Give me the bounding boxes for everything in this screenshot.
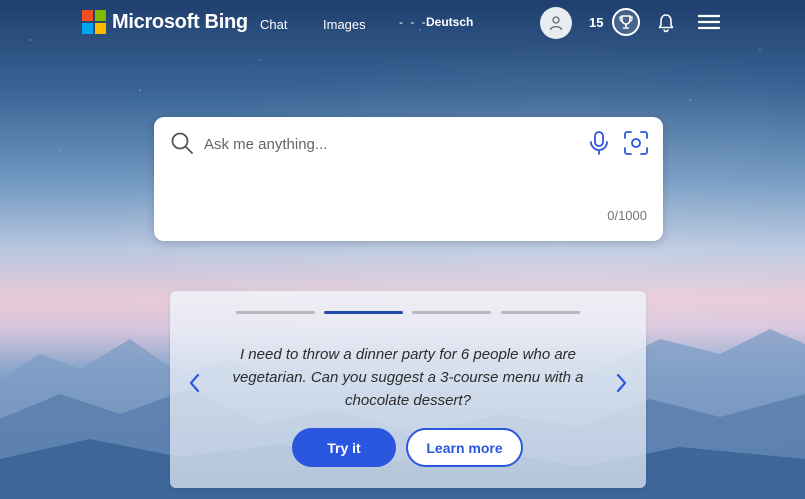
carousel-indicator[interactable] <box>412 311 491 314</box>
nav-images[interactable]: Images <box>323 17 366 32</box>
bell-icon[interactable] <box>657 13 675 33</box>
search-box[interactable]: 0/1000 <box>154 117 663 241</box>
carousel-indicator-active[interactable] <box>324 311 403 314</box>
search-input[interactable] <box>202 131 576 157</box>
nav-chat[interactable]: Chat <box>260 17 287 32</box>
rewards-points[interactable]: 15 <box>589 15 603 30</box>
chevron-left-icon[interactable] <box>188 373 202 393</box>
carousel-indicator[interactable] <box>501 311 580 314</box>
try-it-button[interactable]: Try it <box>292 428 396 467</box>
microphone-icon[interactable] <box>587 130 611 156</box>
learn-more-button[interactable]: Learn more <box>406 428 523 467</box>
language-link[interactable]: Deutsch <box>426 15 473 29</box>
bing-logo[interactable]: Microsoft Bing <box>82 10 248 34</box>
top-header: Microsoft Bing Chat Images - - - Deutsch… <box>0 0 805 46</box>
sign-in-avatar[interactable] <box>540 7 572 39</box>
hamburger-menu-icon[interactable] <box>698 14 720 30</box>
character-counter: 0/1000 <box>607 208 647 223</box>
user-icon <box>549 16 563 31</box>
suggestion-carousel: I need to throw a dinner party for 6 peo… <box>170 291 646 488</box>
chevron-right-icon[interactable] <box>614 373 628 393</box>
visual-search-icon[interactable] <box>623 130 649 156</box>
search-icon <box>171 132 193 154</box>
microsoft-logo-icon <box>82 10 106 34</box>
more-dots[interactable]: - - - <box>399 15 428 29</box>
brand-name: Microsoft Bing <box>112 10 248 33</box>
trophy-icon <box>619 15 633 29</box>
suggested-prompt: I need to throw a dinner party for 6 peo… <box>232 346 584 409</box>
rewards-button[interactable] <box>612 8 640 36</box>
carousel-indicator[interactable] <box>236 311 315 314</box>
